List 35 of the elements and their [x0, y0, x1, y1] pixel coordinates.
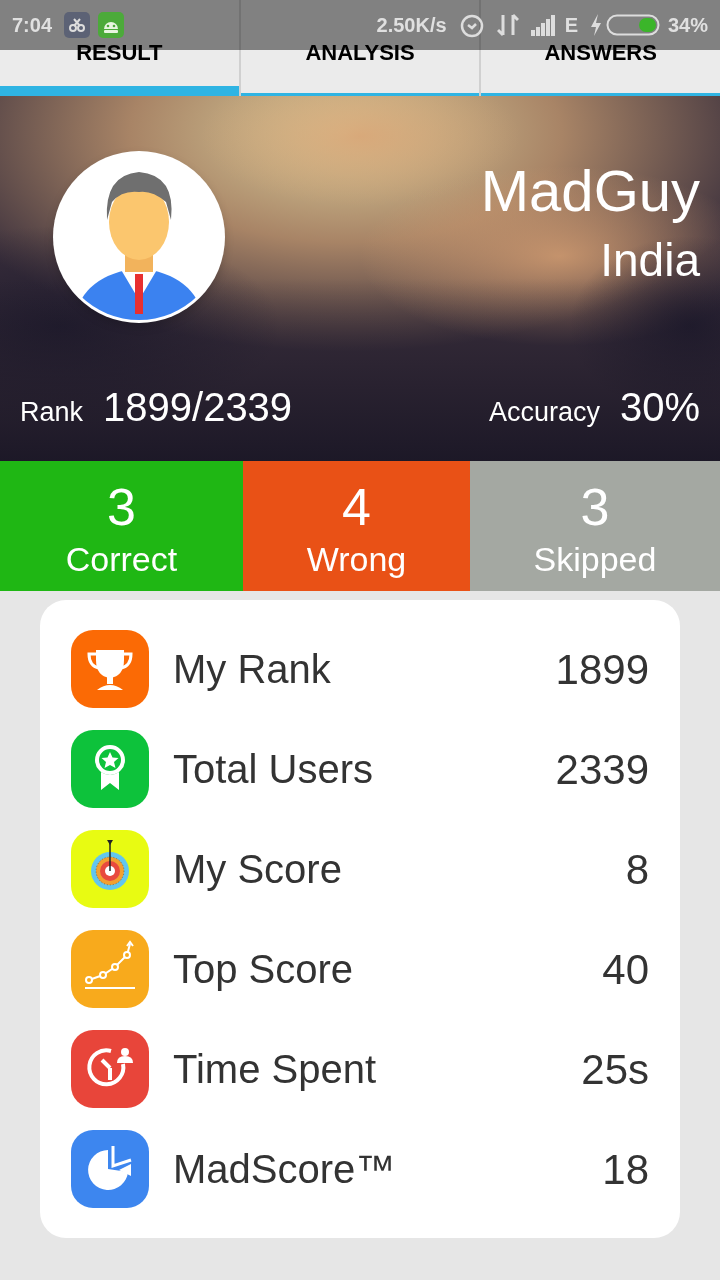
accuracy-value: 30% [619, 384, 700, 431]
charging-icon [589, 14, 602, 36]
network-type: E [564, 13, 578, 38]
app-icon [64, 12, 91, 38]
alarm-icon [458, 12, 485, 38]
user-country: India [600, 233, 700, 288]
battery-icon [605, 13, 660, 37]
tally-label: Skipped [533, 539, 657, 580]
tally-count: 3 [107, 477, 136, 537]
stat-label: My Score [173, 846, 343, 893]
stat-value: 40 [602, 944, 649, 995]
rank-value: 1899/2339 [103, 384, 293, 431]
stat-value: 18 [602, 1144, 649, 1195]
stat-label: Top Score [173, 946, 355, 993]
stat-label: Time Spent [173, 1046, 378, 1093]
rank-label: Rank [20, 396, 84, 429]
battery-percent: 34% [667, 13, 708, 38]
network-speed: 2.50K/s [376, 13, 447, 38]
stat-value: 1899 [555, 644, 649, 695]
tally-count: 4 [342, 477, 371, 537]
accuracy-label: Accuracy [488, 396, 600, 429]
stat-label: My Rank [173, 646, 332, 693]
stat-value: 2339 [555, 744, 649, 795]
status-time: 7:04 [12, 13, 53, 38]
stat-label: Total Users [173, 746, 375, 793]
tally-label: Correct [65, 539, 178, 580]
signal-icon [530, 14, 557, 36]
stat-label: MadScore™ [173, 1146, 397, 1193]
user-name: MadGuy [480, 157, 700, 225]
tally-count: 3 [580, 477, 610, 537]
stat-value: 25s [581, 1044, 649, 1095]
tally-label: Wrong [306, 539, 407, 580]
stat-value: 8 [625, 844, 649, 895]
android-icon [98, 12, 125, 38]
data-transfer-icon [496, 13, 519, 37]
